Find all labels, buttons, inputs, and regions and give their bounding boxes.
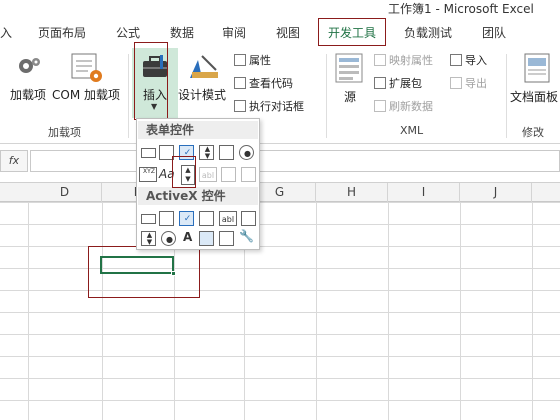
- combo-list-icon[interactable]: [221, 167, 236, 182]
- tab-team[interactable]: 团队: [482, 24, 506, 41]
- activex-toggle-button-icon[interactable]: [219, 231, 234, 246]
- export-button[interactable]: 导出: [450, 75, 487, 93]
- option-button-icon[interactable]: ●: [239, 145, 254, 160]
- form-controls-header: 表单控件: [138, 121, 258, 139]
- list-box-icon[interactable]: [219, 145, 234, 160]
- refresh-data-button[interactable]: 刷新数据: [374, 98, 433, 116]
- window-title: 工作簿1 - Microsoft Excel: [388, 2, 534, 16]
- spin-button-icon[interactable]: ▲ ▼: [199, 145, 214, 160]
- tab-page-layout[interactable]: 页面布局: [38, 24, 86, 41]
- activex-spin-button-icon[interactable]: ▲ ▼: [141, 231, 156, 246]
- tab-formulas[interactable]: 公式: [116, 24, 140, 41]
- export-icon: [450, 77, 462, 89]
- text-field-icon[interactable]: abl: [199, 167, 217, 182]
- activex-list-box-icon[interactable]: [199, 211, 214, 226]
- modify-group-label: 修改: [522, 126, 544, 139]
- grid-line: [460, 202, 461, 420]
- ribbon: 加载项 COM 加载项 加载项 插入 ▼ 设计模式 属性 查看代码 执行对话框 …: [0, 48, 560, 144]
- document-panel-icon[interactable]: [522, 52, 552, 87]
- activex-image-icon[interactable]: [199, 231, 214, 246]
- import-icon: [450, 54, 462, 66]
- addins-icon[interactable]: [14, 52, 46, 87]
- combo-dropdown-icon[interactable]: [241, 167, 256, 182]
- activex-button-icon[interactable]: [141, 214, 156, 224]
- tab-insert[interactable]: 入: [0, 24, 12, 41]
- developer-tab-highlight: [318, 18, 386, 46]
- tab-load-test[interactable]: 负载测试: [404, 24, 452, 41]
- run-dialog-icon: [234, 100, 246, 112]
- com-addins-button[interactable]: COM 加载项: [52, 86, 120, 103]
- view-code-icon: [234, 77, 246, 89]
- more-controls-icon[interactable]: 🔧: [239, 229, 254, 243]
- tab-review[interactable]: 审阅: [222, 24, 246, 41]
- formula-input[interactable]: [30, 150, 560, 172]
- activex-combo-box-icon[interactable]: [159, 211, 174, 226]
- worksheet-grid[interactable]: [0, 202, 560, 420]
- expansion-packs-button[interactable]: 扩展包: [374, 75, 422, 93]
- insert-highlight: [134, 42, 168, 120]
- source-icon[interactable]: [334, 52, 364, 87]
- activex-scroll-bar-icon[interactable]: [241, 211, 256, 226]
- xml-group-label: XML: [400, 124, 424, 137]
- fx-icon[interactable]: fx: [0, 150, 28, 172]
- design-mode-icon[interactable]: [188, 52, 220, 85]
- column-header-row: D E F G H I J: [0, 182, 560, 202]
- title-bar: 工作簿1 - Microsoft Excel: [0, 0, 560, 16]
- view-code-button[interactable]: 查看代码: [234, 75, 293, 93]
- cell-highlight: [88, 246, 200, 298]
- com-addins-icon[interactable]: [70, 52, 104, 87]
- map-properties-button[interactable]: 映射属性: [374, 52, 433, 70]
- refresh-data-icon: [374, 100, 386, 112]
- document-panel-button[interactable]: 文档面板: [510, 88, 558, 105]
- grid-line: [388, 202, 389, 420]
- grid-line: [532, 202, 533, 420]
- tab-data[interactable]: 数据: [170, 24, 194, 41]
- column-header-d[interactable]: D: [28, 183, 102, 202]
- separator: [326, 54, 327, 138]
- controls-gallery: 表单控件 ✓ ▲ ▼ ● XYZ Aa ▲ ▼ abl ActiveX 控件 ✓ a…: [136, 118, 260, 250]
- button-control-icon[interactable]: [141, 148, 156, 158]
- column-header-i[interactable]: I: [388, 183, 460, 202]
- group-box-icon[interactable]: XYZ: [139, 167, 157, 182]
- separator: [506, 54, 507, 138]
- grid-line: [28, 202, 29, 420]
- properties-icon: [234, 54, 246, 66]
- design-mode-button[interactable]: 设计模式: [178, 86, 226, 103]
- ribbon-tabs: 入 页面布局 公式 数据 审阅 视图 开发工具 负载测试 团队: [0, 16, 560, 48]
- activex-label-icon[interactable]: A: [183, 230, 192, 244]
- scroll-bar-highlight: [172, 156, 196, 188]
- column-header-j[interactable]: J: [460, 183, 532, 202]
- grid-line: [316, 202, 317, 420]
- addins-group-label: 加载项: [48, 126, 81, 139]
- properties-button[interactable]: 属性: [234, 52, 271, 70]
- run-dialog-button[interactable]: 执行对话框: [234, 98, 304, 116]
- activex-option-button-icon[interactable]: ●: [161, 231, 176, 246]
- map-properties-icon: [374, 54, 386, 66]
- source-button[interactable]: 源: [344, 88, 356, 105]
- activex-text-box-icon[interactable]: abl: [219, 211, 237, 226]
- column-header-h[interactable]: H: [316, 183, 388, 202]
- grid-line: [102, 202, 103, 420]
- activex-checkbox-icon[interactable]: ✓: [179, 211, 194, 226]
- activex-controls-header: ActiveX 控件: [138, 187, 258, 205]
- expansion-packs-icon: [374, 77, 386, 89]
- separator: [128, 54, 129, 138]
- tab-view[interactable]: 视图: [276, 24, 300, 41]
- addins-button[interactable]: 加载项: [10, 86, 46, 103]
- import-button[interactable]: 导入: [450, 52, 487, 70]
